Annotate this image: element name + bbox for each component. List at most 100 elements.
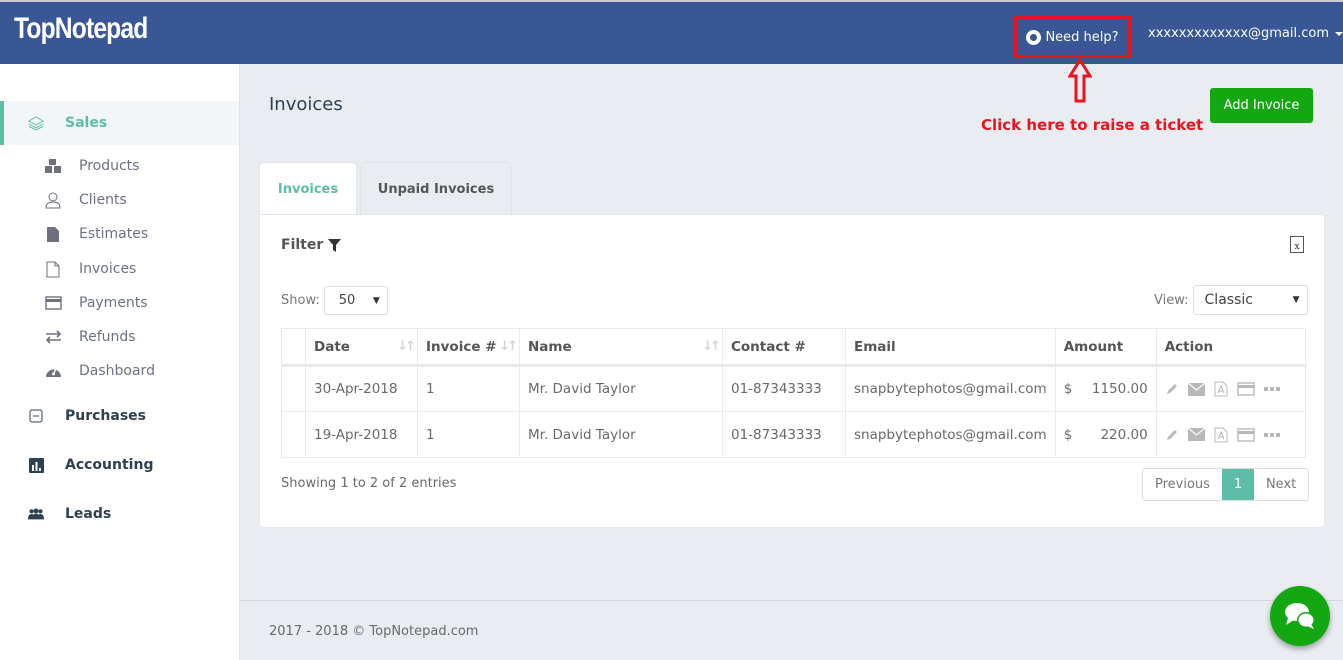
- minus-square-icon: [28, 408, 44, 424]
- header-label: Invoice #: [426, 338, 497, 355]
- page-length-control: Show: 50 ▼: [281, 286, 388, 315]
- more-options-icon[interactable]: [1263, 432, 1280, 438]
- annotation-text: Click here to raise a ticket: [981, 116, 1204, 134]
- life-ring-icon: [1026, 29, 1042, 45]
- cell-actions: [1155, 365, 1307, 412]
- more-options-icon[interactable]: [1263, 386, 1280, 392]
- sidebar-item-label: Payments: [79, 295, 148, 311]
- tab-bar: Invoices Unpaid Invoices: [259, 162, 512, 215]
- sidebar-item-label: Products: [79, 158, 140, 174]
- pdf-file-icon[interactable]: [1214, 427, 1228, 443]
- previous-page-button[interactable]: Previous: [1143, 469, 1222, 500]
- sidebar-item-purchases[interactable]: Purchases: [0, 404, 239, 428]
- sidebar-item-label: Clients: [79, 192, 127, 208]
- footer-copyright: 2017 - 2018 © TopNotepad.com: [269, 624, 479, 639]
- column-header-name[interactable]: Name ↓↑: [519, 328, 723, 367]
- sidebar-item-clients[interactable]: Clients: [0, 188, 239, 212]
- chat-bubbles-icon: [1285, 603, 1315, 629]
- invoices-table: Date ↓↑ Invoice # ↓↑ Name ↓↑ Contact # Emai…: [281, 328, 1307, 458]
- pdf-file-icon[interactable]: [1214, 381, 1228, 397]
- payment-card-icon[interactable]: [1236, 382, 1255, 396]
- cell-contact: 01-87343333: [722, 411, 846, 458]
- sidebar-item-payments[interactable]: Payments: [0, 291, 239, 315]
- payment-card-icon[interactable]: [1236, 427, 1255, 442]
- view-value: Classic: [1204, 292, 1253, 308]
- user-menu[interactable]: xxxxxxxxxxxxx@gmail.com: [1148, 26, 1343, 41]
- cell-email: snapbytephotos@gmail.com: [845, 365, 1056, 412]
- email-envelope-icon[interactable]: [1187, 382, 1205, 396]
- filter-label: Filter: [281, 237, 324, 253]
- need-help-link[interactable]: Need help?: [1014, 16, 1131, 58]
- sidebar-item-products[interactable]: Products: [0, 154, 239, 178]
- cell-actions: [1155, 411, 1307, 458]
- sidebar-item-label: Invoices: [79, 261, 137, 277]
- sidebar-item-estimates[interactable]: Estimates: [0, 222, 239, 246]
- pagination: Previous 1 Next: [1142, 468, 1310, 501]
- logo[interactable]: TopNotepad: [14, 12, 148, 46]
- column-header-select: [281, 328, 306, 367]
- live-chat-button[interactable]: [1270, 586, 1330, 646]
- footer: 2017 - 2018 © TopNotepad.com: [240, 600, 1343, 660]
- cell-invoice-number: 1: [417, 365, 520, 412]
- sidebar-item-invoices[interactable]: Invoices: [0, 257, 239, 281]
- sidebar-item-label: Sales: [65, 115, 108, 131]
- show-label: Show:: [281, 293, 320, 308]
- dropdown-arrow-icon: ▼: [372, 295, 380, 306]
- dashboard-icon: [44, 362, 62, 380]
- exchange-icon: [44, 328, 62, 346]
- users-icon: [28, 506, 44, 522]
- excel-export-icon[interactable]: x: [1290, 236, 1304, 253]
- cell-contact: 01-87343333: [722, 365, 846, 412]
- view-select[interactable]: Classic ▼: [1192, 285, 1308, 315]
- sidebar-item-label: Accounting: [65, 457, 154, 473]
- page-length-value: 50: [338, 293, 356, 308]
- sidebar-item-sales[interactable]: Sales: [0, 101, 239, 145]
- user-email: xxxxxxxxxxxxx@gmail.com: [1148, 26, 1330, 41]
- cubes-icon: [44, 157, 62, 175]
- column-header-action: Action: [1155, 328, 1307, 367]
- sidebar-item-accounting[interactable]: Accounting: [0, 453, 239, 477]
- header-label: Name: [528, 338, 572, 355]
- cell-amount: $1150.00: [1054, 365, 1157, 412]
- table-header-row: Date ↓↑ Invoice # ↓↑ Name ↓↑ Contact # Emai…: [281, 328, 1307, 367]
- sidebar-item-dashboard[interactable]: Dashboard: [0, 359, 239, 383]
- edit-pencil-icon[interactable]: [1165, 382, 1179, 396]
- cell-invoice-number: 1: [417, 411, 520, 458]
- cell-name: Mr. David Taylor: [519, 411, 723, 458]
- column-header-contact: Contact #: [722, 328, 846, 367]
- caret-down-icon: [1335, 31, 1343, 36]
- edit-pencil-icon[interactable]: [1165, 428, 1179, 442]
- filter-icon: [328, 238, 342, 252]
- view-label: View:: [1154, 292, 1189, 308]
- sort-icon: ↓↑: [499, 339, 518, 354]
- tab-unpaid-invoices[interactable]: Unpaid Invoices: [360, 162, 512, 215]
- column-header-email: Email: [845, 328, 1056, 367]
- column-header-date[interactable]: Date ↓↑: [305, 328, 418, 367]
- column-header-invoice[interactable]: Invoice # ↓↑: [417, 328, 520, 367]
- cell-email: snapbytephotos@gmail.com: [845, 411, 1056, 458]
- sidebar-item-refunds[interactable]: Refunds: [0, 325, 239, 349]
- page-title: Invoices: [269, 94, 343, 115]
- amount-value: 220.00: [1100, 426, 1148, 443]
- cell-amount: $220.00: [1054, 411, 1157, 458]
- sidebar-item-leads[interactable]: Leads: [0, 502, 239, 526]
- sidebar-item-label: Estimates: [79, 226, 149, 242]
- page-length-select[interactable]: 50 ▼: [323, 286, 388, 315]
- sort-icon: ↓↑: [702, 339, 721, 354]
- next-page-button[interactable]: Next: [1253, 469, 1309, 500]
- filter-toggle[interactable]: Filter: [281, 237, 342, 253]
- sidebar: Sales Products Clients Estimates Invoice…: [0, 64, 240, 660]
- add-invoice-button[interactable]: Add Invoice: [1210, 88, 1313, 123]
- need-help-label: Need help?: [1045, 29, 1119, 45]
- page-1-button[interactable]: 1: [1221, 469, 1254, 500]
- cell-date: 30-Apr-2018: [305, 365, 418, 412]
- sidebar-item-label: Purchases: [65, 408, 147, 424]
- tab-invoices[interactable]: Invoices: [259, 162, 357, 215]
- view-control: View: Classic ▼: [1154, 285, 1308, 315]
- sidebar-item-label: Dashboard: [79, 363, 155, 379]
- cell-name: Mr. David Taylor: [519, 365, 723, 412]
- dropdown-arrow-icon: ▼: [1292, 295, 1300, 305]
- invoices-panel: Filter x Show: 50 ▼ View: Classic ▼ Date…: [259, 214, 1325, 528]
- email-envelope-icon[interactable]: [1187, 428, 1205, 441]
- currency-symbol: $: [1063, 381, 1073, 397]
